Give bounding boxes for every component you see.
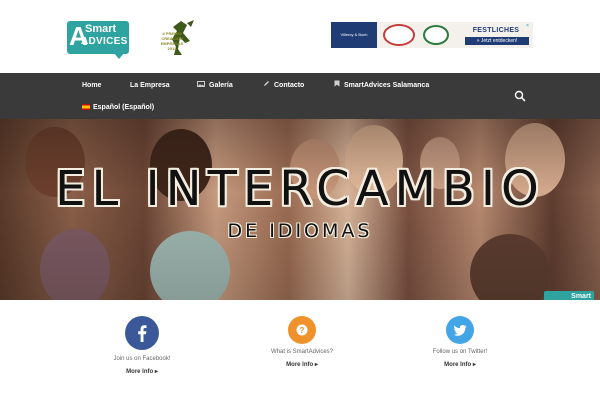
ad-plate-image (383, 24, 415, 46)
feature-text: Join us on Facebook! (113, 356, 171, 362)
more-info-label: More Info (286, 362, 314, 368)
hero-logo-badge: Smart (544, 291, 594, 300)
svg-text:?: ? (300, 326, 305, 335)
ad-bowl-image (423, 25, 449, 45)
bookmark-icon (334, 80, 340, 92)
hero-subtitle: DE IDIOMAS (227, 220, 373, 242)
feature-facebook: Join us on Facebook! More Info ▸ (62, 300, 222, 400)
features-section: Join us on Facebook! More Info ▸ ? What … (0, 300, 600, 400)
logo-word-advices: ADVICES (81, 36, 128, 47)
banner-ad[interactable]: Villeroy & Boch FESTLICHES » Jetzt entde… (331, 22, 533, 48)
nav-item-label: Galería (209, 82, 233, 89)
hero-title: EL INTERCAMBIO (55, 161, 545, 217)
more-info-label: More Info (126, 369, 154, 375)
feature-what-is: ? What is SmartAdvices? More Info ▸ (222, 300, 382, 400)
main-nav: Home La Empresa Galería Contacto SmartAd… (0, 73, 600, 119)
nav-item-label: Contacto (274, 82, 305, 89)
page: A Smart ADVICES II PREMIO CREACIÓN EMPRE… (0, 0, 600, 400)
feature-text: What is SmartAdvices? (270, 349, 334, 355)
ad-close-icon[interactable]: × (526, 23, 532, 29)
language-label: Español (Español) (93, 104, 155, 111)
spain-flag-icon (82, 104, 90, 111)
nav-item-label: SmartAdvices Salamanca (344, 82, 430, 89)
more-info-link[interactable]: More Info ▸ (380, 361, 540, 369)
facebook-icon[interactable] (125, 316, 159, 350)
nav-item-smartadvices-salamanca[interactable]: SmartAdvices Salamanca (334, 80, 429, 92)
feature-twitter: Follow us on Twitter! More Info ▸ (380, 300, 540, 400)
nav-item-galeria[interactable]: Galería (197, 80, 233, 92)
nav-item-label: Home (82, 82, 102, 89)
more-info-label: More Info (444, 362, 472, 368)
ad-cta-button[interactable]: » Jetzt entdecken! (465, 37, 529, 45)
nav-item-home[interactable]: Home (82, 80, 101, 92)
logo-tail (113, 52, 125, 59)
more-info-link[interactable]: More Info ▸ (222, 361, 382, 369)
nav-item-label: La Empresa (130, 82, 170, 89)
ad-brand-logo: Villeroy & Boch (331, 22, 377, 48)
nav-item-la-empresa[interactable]: La Empresa (130, 80, 170, 92)
site-header: A Smart ADVICES II PREMIO CREACIÓN EMPRE… (0, 0, 600, 73)
ad-headline: FESTLICHES (472, 27, 520, 34)
feature-text: Follow us on Twitter! (432, 349, 488, 355)
arrow-right-icon: ▸ (472, 362, 476, 368)
hero-slider[interactable]: EL INTERCAMBIO DE IDIOMAS Smart (0, 119, 600, 300)
twitter-icon[interactable] (446, 316, 474, 344)
award-text: II PREMIO CREACIÓN EMPRESAS 2013 (160, 31, 184, 51)
pencil-icon (263, 80, 270, 92)
site-logo[interactable]: A Smart ADVICES (67, 21, 129, 59)
language-switcher[interactable]: Español (Español) (82, 102, 154, 114)
nav-item-contacto[interactable]: Contacto (263, 80, 304, 92)
arrow-right-icon: ▸ (154, 369, 158, 375)
more-info-link[interactable]: More Info ▸ (62, 368, 222, 376)
search-icon[interactable] (513, 89, 527, 103)
logo-word-smart: Smart (85, 23, 117, 35)
award-emblem: II PREMIO CREACIÓN EMPRESAS 2013 (157, 19, 197, 57)
question-icon[interactable]: ? (288, 316, 316, 344)
arrow-right-icon: ▸ (314, 362, 318, 368)
image-icon (197, 80, 205, 92)
